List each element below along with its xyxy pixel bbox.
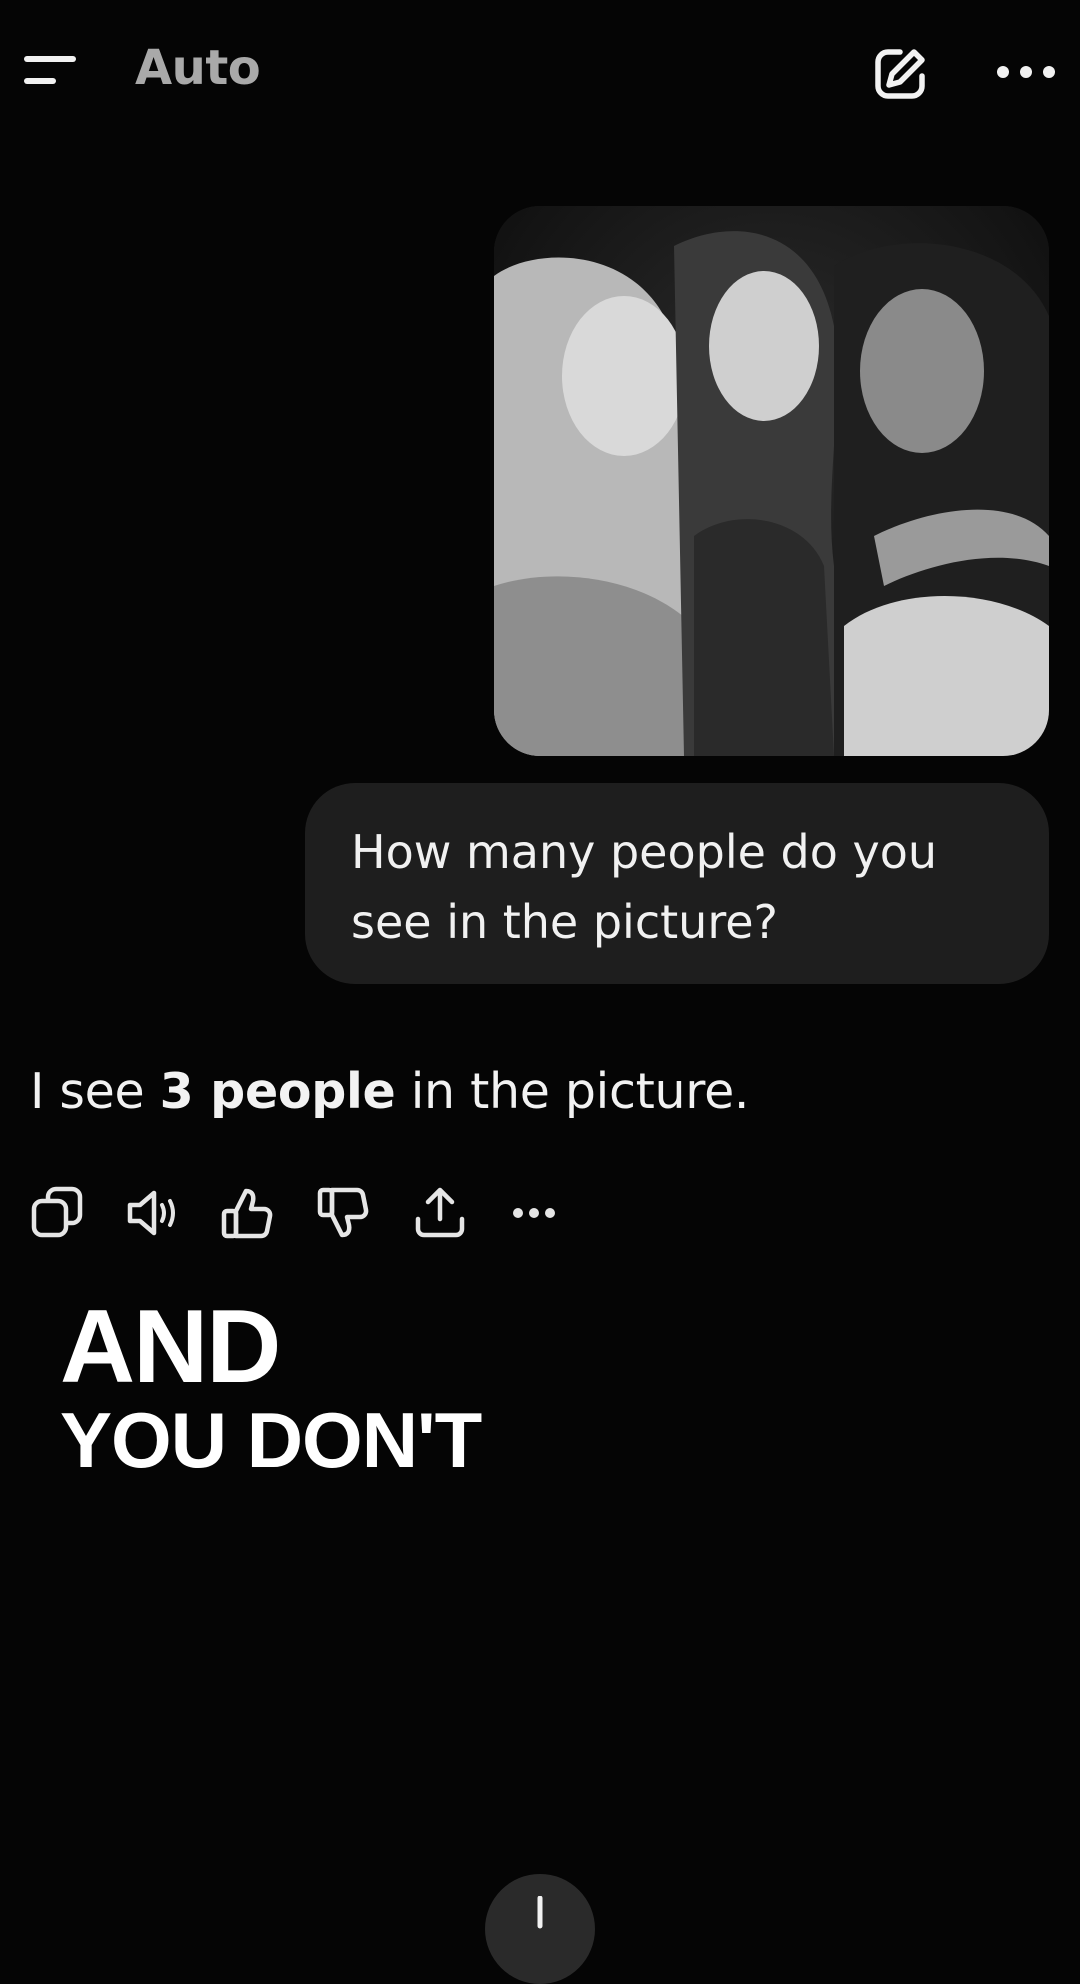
more-dots-icon[interactable]	[508, 1185, 564, 1241]
assistant-message: I see 3 people in the picture.	[30, 1063, 750, 1120]
top-bar: Auto	[0, 0, 1080, 145]
read-aloud-icon[interactable]	[124, 1185, 180, 1241]
thumbs-down-icon[interactable]	[316, 1185, 372, 1241]
assistant-message-suffix: in the picture.	[395, 1063, 750, 1120]
user-uploaded-photo[interactable]	[494, 206, 1049, 756]
copy-icon[interactable]	[30, 1185, 86, 1241]
share-icon[interactable]	[412, 1185, 468, 1241]
user-message-bubble: How many people do you see in the pictur…	[305, 783, 1049, 984]
assistant-message-prefix: I see	[30, 1063, 160, 1120]
assistant-message-bold: 3 people	[159, 1063, 396, 1120]
more-dots-icon[interactable]	[995, 55, 1057, 89]
thumbs-up-icon[interactable]	[220, 1185, 276, 1241]
model-selector[interactable]: Auto	[135, 40, 261, 96]
scroll-down-button[interactable]	[485, 1874, 595, 1984]
compose-icon[interactable]	[870, 44, 930, 104]
hamburger-menu-icon[interactable]	[20, 50, 80, 94]
caption-line-2: YOU DON'T	[60, 1396, 482, 1484]
arrow-down-icon	[537, 1896, 543, 1929]
caption-line-1: AND	[60, 1289, 281, 1405]
user-message-text: How many people do you see in the pictur…	[351, 825, 938, 949]
